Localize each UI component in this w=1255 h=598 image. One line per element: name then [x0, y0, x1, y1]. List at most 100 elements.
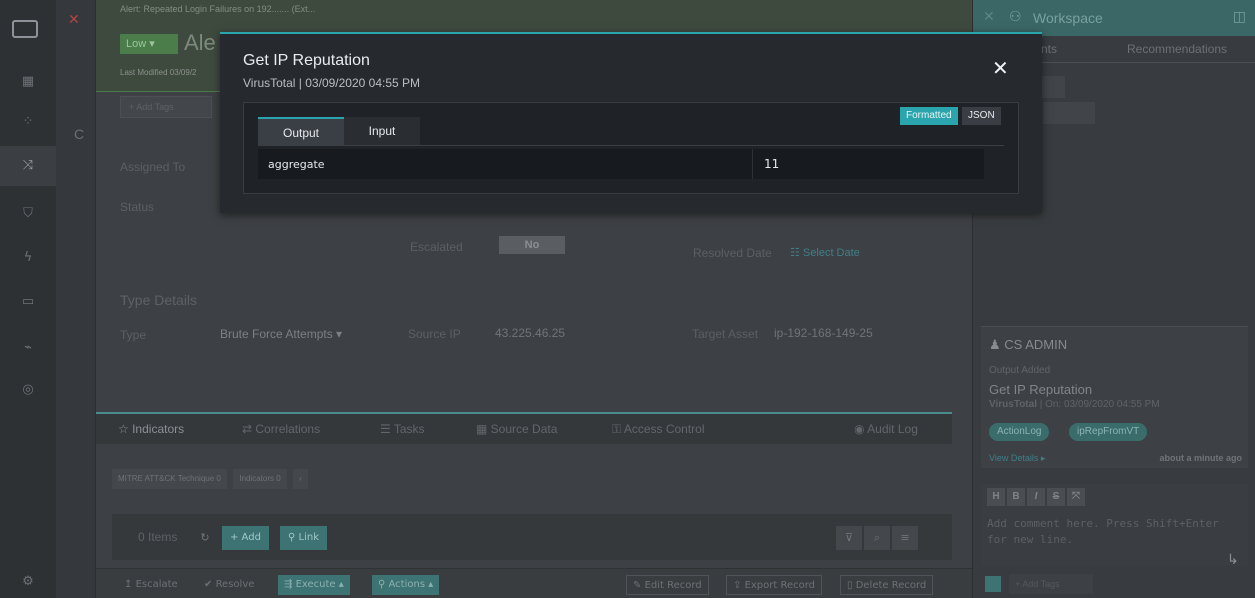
- modal-subtitle: VirusTotal | 03/09/2020 04:55 PM: [243, 76, 421, 90]
- record-footer: ↥ Escalate ✔ Resolve ⇶ Execute ▴ ⚲ Actio…: [96, 568, 972, 598]
- tab-output[interactable]: Output: [258, 117, 344, 145]
- tab-source-data[interactable]: ▦ Source Data: [476, 422, 557, 436]
- globe-icon[interactable]: ◎: [20, 382, 36, 398]
- items-count: 0 Items: [138, 530, 178, 544]
- resolve-button[interactable]: ✔ Resolve: [198, 575, 260, 595]
- activity-user: ♟ CS ADMIN: [989, 337, 1068, 352]
- formatted-toggle[interactable]: Formatted: [900, 107, 958, 125]
- comment-tags-input[interactable]: + Add Tags: [1009, 574, 1093, 594]
- bolt-icon[interactable]: ϟ: [20, 250, 36, 266]
- expand-panel-icon[interactable]: ◫: [1233, 9, 1246, 25]
- tab-input[interactable]: Input: [344, 117, 420, 145]
- type-dropdown[interactable]: Brute Force Attempts ▾: [220, 327, 342, 341]
- breadcrumb[interactable]: Alert: Repeated Login Failures on 192...…: [120, 4, 315, 14]
- chart-icon[interactable]: ⌁: [20, 340, 36, 356]
- close-icon[interactable]: ✕: [992, 56, 1009, 80]
- italic-button[interactable]: I: [1027, 488, 1045, 506]
- tab-correlations[interactable]: ⇄ Correlations: [242, 422, 320, 436]
- tab-recommendations[interactable]: Recommendations: [1127, 42, 1227, 56]
- tab-tasks[interactable]: ☰ Tasks: [380, 422, 425, 436]
- dashboard-icon[interactable]: ▦: [20, 74, 36, 90]
- escalate-button[interactable]: ↥ Escalate: [118, 575, 184, 595]
- strike-button[interactable]: S: [1047, 488, 1065, 506]
- star-icon: ☆: [118, 422, 133, 436]
- workspace-icon: ⚇: [1009, 9, 1022, 25]
- tab-divider: [258, 145, 1004, 146]
- close-record-icon[interactable]: ✕: [68, 12, 80, 28]
- edit-icon: ✎: [633, 580, 645, 591]
- comment-input[interactable]: Add comment here. Press Shift+Enter for …: [987, 516, 1237, 548]
- alert-title: Ale: [184, 30, 216, 55]
- resolved-date-value: Select Date: [802, 247, 860, 259]
- refresh-icon[interactable]: ↻: [192, 526, 218, 550]
- search-icon[interactable]: ⌕: [864, 526, 890, 550]
- activity-meta: VirusTotal | On: 03/09/2020 04:55 PM: [989, 399, 1160, 410]
- menu-icon[interactable]: ≡: [892, 526, 918, 550]
- actions-button[interactable]: ⚲ Actions ▴: [372, 575, 440, 595]
- json-toggle[interactable]: JSON: [962, 107, 1001, 125]
- type-label: Type: [120, 328, 147, 342]
- briefcase-icon[interactable]: ▭: [20, 294, 36, 310]
- link-button[interactable]: ⚲ Link: [280, 526, 327, 550]
- modal-title: Get IP Reputation: [243, 52, 370, 69]
- send-icon[interactable]: ↳: [1227, 552, 1239, 568]
- add-button[interactable]: + Add: [222, 526, 269, 550]
- swap-icon: ⇄: [242, 422, 256, 436]
- export-icon: ⇪: [733, 580, 745, 591]
- heading-button[interactable]: H: [987, 488, 1005, 506]
- target-asset-value: ip-192-168-149-25: [774, 326, 873, 340]
- app-grid-icon[interactable]: [12, 20, 38, 38]
- tab-comments[interactable]: nts: [1041, 42, 1057, 56]
- lock-icon: ⚿: [612, 422, 624, 436]
- tab-indicators[interactable]: ☆ Indicators: [118, 422, 184, 436]
- activity-item: ♟ CS ADMIN Output Added Get IP Reputatio…: [981, 326, 1248, 468]
- tag-pill[interactable]: ActionLog: [989, 423, 1050, 441]
- tag-icon[interactable]: [985, 576, 1001, 592]
- calendar-icon: ☷: [790, 247, 803, 259]
- execute-icon: ⇶: [284, 579, 296, 590]
- export-record-button[interactable]: ⇪ Export Record: [726, 575, 823, 595]
- bold-button[interactable]: B: [1007, 488, 1025, 506]
- trash-icon: ▯: [847, 580, 856, 591]
- severity-dropdown[interactable]: Low ▾: [120, 34, 178, 54]
- output-key: aggregate: [268, 158, 325, 171]
- execute-button[interactable]: ⇶ Execute ▴: [278, 575, 350, 595]
- activity-time-ago: about a minute ago: [1159, 453, 1242, 463]
- output-row: aggregate 11: [258, 149, 984, 179]
- filter-chip[interactable]: [1043, 102, 1095, 124]
- app-root: ▦ ⁘ ⤨ ⛉ ϟ ▭ ⌁ ◎ ⚙ ✕ C Alert: Repeated Lo…: [0, 0, 1255, 598]
- ip-reputation-modal: Get IP Reputation VirusTotal | 03/09/202…: [220, 32, 1042, 213]
- modules-icon[interactable]: ⁘: [20, 114, 36, 130]
- subtab-mitre[interactable]: MITRE ATT&CK Technique 0: [112, 469, 227, 489]
- filter-icon[interactable]: ⊽: [836, 526, 862, 550]
- check-icon: ✔: [204, 579, 216, 590]
- collapse-chevron-icon[interactable]: ‹: [293, 469, 308, 489]
- resolved-date-label: Resolved Date: [693, 246, 772, 260]
- record-tabs: ☆ Indicators ⇄ Correlations ☰ Tasks ▦ So…: [96, 412, 952, 444]
- escalated-value[interactable]: No: [499, 236, 565, 254]
- resolved-date-picker[interactable]: ☷ Select Date: [790, 246, 860, 259]
- tag-pill[interactable]: ipRepFromVT: [1069, 423, 1148, 441]
- last-modified: Last Modified 03/09/2: [120, 68, 197, 77]
- output-panel: Output Input Formatted JSON aggregate 11: [243, 102, 1019, 194]
- edit-record-button[interactable]: ✎ Edit Record: [626, 575, 709, 595]
- activity-event: Output Added: [989, 365, 1051, 376]
- add-tags-input[interactable]: + Add Tags: [120, 96, 212, 118]
- delete-record-button[interactable]: ▯ Delete Record: [840, 575, 934, 595]
- close-panel-icon[interactable]: ✕: [983, 9, 995, 25]
- items-toolbar: 0 Items ↻ + Add ⚲ Link ⊽ ⌕ ≡: [112, 514, 952, 560]
- fullscreen-button[interactable]: ⤧: [1067, 488, 1085, 506]
- output-value: 11: [764, 157, 780, 171]
- subtab-indicators[interactable]: Indicators 0: [233, 469, 287, 489]
- indicator-subtabs: MITRE ATT&CK Technique 0 Indicators 0 ‹: [112, 468, 310, 489]
- settings-icon[interactable]: ⚙: [20, 574, 36, 590]
- tab-audit-log[interactable]: ◉ Audit Log: [854, 422, 918, 436]
- source-ip-value: 43.225.46.25: [495, 326, 566, 340]
- comment-editor: H B I S ⤧ Add comment here. Press Shift+…: [981, 484, 1248, 566]
- shield-icon[interactable]: ⛉: [20, 206, 36, 222]
- escalate-icon: ↥: [124, 579, 136, 590]
- tab-access-control[interactable]: ⚿ Access Control: [612, 422, 705, 437]
- view-details-link[interactable]: View Details ▸: [989, 453, 1045, 464]
- shuffle-icon[interactable]: ⤨: [20, 158, 36, 174]
- user-icon: ♟: [989, 337, 1005, 352]
